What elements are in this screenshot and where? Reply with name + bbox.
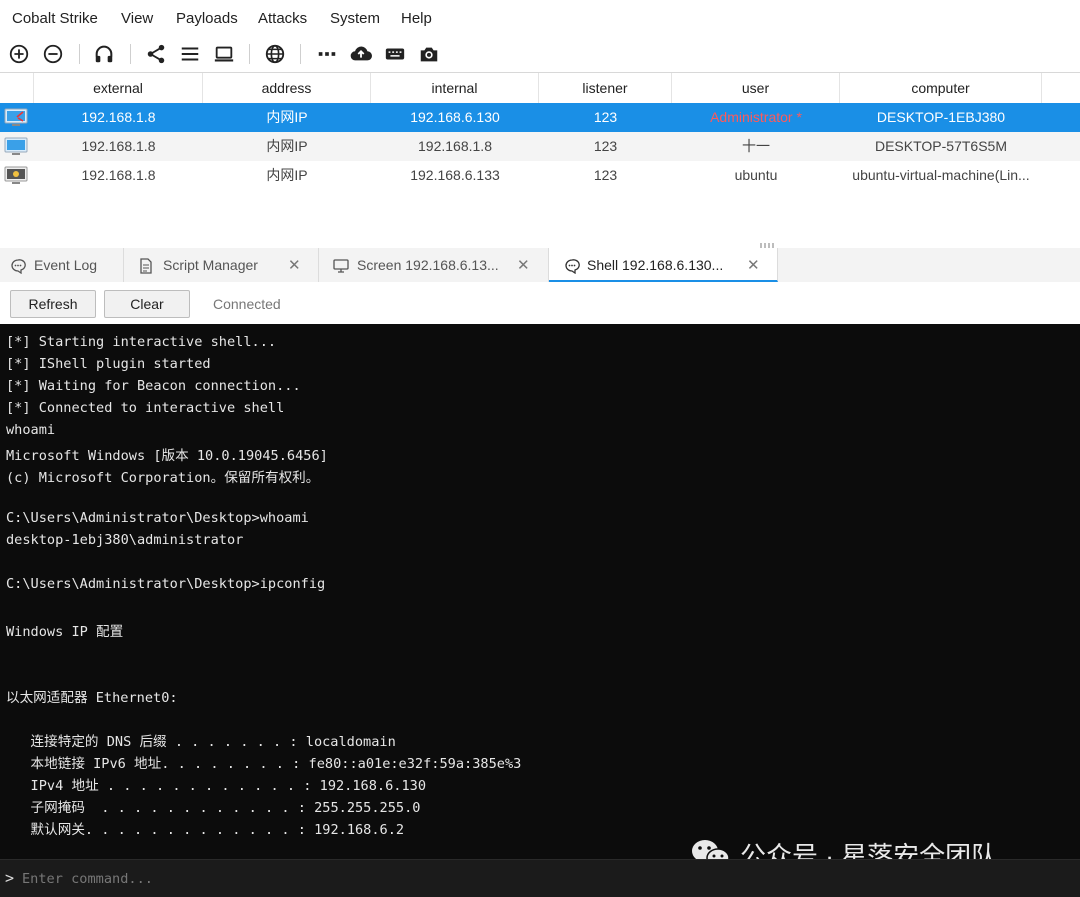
cell-external: 192.168.1.8 (81, 138, 156, 154)
connection-status: Connected (213, 296, 281, 312)
tab-shell[interactable]: Shell 192.168.6.130... ✕ (549, 248, 778, 282)
document-icon (140, 258, 152, 274)
cell-address: 内网IP (266, 109, 308, 125)
prompt-symbol: > (5, 869, 15, 887)
beacon-table: external address internal listener user … (0, 73, 1080, 241)
cloud-upload-icon[interactable] (349, 42, 373, 66)
tab-screen[interactable]: Screen 192.168.6.13... ✕ (319, 248, 549, 282)
table-header: external address internal listener user … (0, 73, 1080, 104)
monitor-icon (333, 259, 349, 273)
terminal-line: C:\Users\Administrator\Desktop>whoami (6, 510, 309, 526)
linux-beacon-icon (4, 166, 28, 184)
menu-attacks[interactable]: Attacks (258, 10, 307, 27)
headphones-icon[interactable] (92, 42, 116, 66)
windows-beacon-icon (4, 137, 28, 155)
terminal-line: 默认网关. . . . . . . . . . . . . : 192.168.… (6, 821, 405, 838)
cell-listener: 123 (593, 167, 618, 183)
toolbar-divider (79, 44, 80, 64)
close-icon[interactable]: ✕ (517, 256, 530, 274)
menu-bar: Cobalt Strike View Payloads Attacks Syst… (0, 0, 1080, 36)
table-row[interactable]: 192.168.1.8 内网IP 192.168.6.133 123 ubunt… (0, 161, 1080, 190)
cell-external: 192.168.1.8 (81, 109, 156, 125)
column-header-external[interactable]: external (34, 73, 203, 103)
shell-output[interactable]: [*] Starting interactive shell... [*] ISh… (0, 324, 1080, 859)
menu-help[interactable]: Help (401, 10, 432, 27)
toolbar-divider (300, 44, 301, 64)
close-icon[interactable]: ✕ (288, 256, 301, 274)
laptop-icon[interactable] (212, 42, 236, 66)
menu-payloads[interactable]: Payloads (176, 10, 238, 27)
terminal-line: Microsoft Windows [版本 10.0.19045.6456] (6, 448, 328, 464)
terminal-line: whoami (6, 422, 56, 438)
cell-computer: DESKTOP-57T6S5M (874, 138, 1007, 154)
terminal-line: Windows IP 配置 (6, 624, 124, 640)
column-header-address[interactable]: address (203, 73, 371, 103)
refresh-button[interactable]: Refresh (10, 290, 96, 318)
toolbar (0, 36, 1080, 73)
terminal-line: [*] IShell plugin started (6, 356, 211, 372)
table-row[interactable]: 192.168.1.8 内网IP 192.168.1.8 123 十一 DESK… (0, 132, 1080, 161)
terminal-line: [*] Starting interactive shell... (6, 334, 277, 350)
table-row[interactable]: 192.168.1.8 内网IP 192.168.6.130 123 Admin… (0, 103, 1080, 132)
tab-bar: Event Log Script Manager ✕ Screen 192.16… (0, 248, 1080, 283)
terminal-line: (c) Microsoft Corporation。保留所有权利。 (6, 470, 320, 486)
close-icon[interactable]: ✕ (747, 256, 760, 274)
column-header-internal[interactable]: internal (371, 73, 539, 103)
menu-cobalt-strike[interactable]: Cobalt Strike (12, 10, 98, 27)
chat-icon (11, 259, 26, 274)
tab-label: Shell 192.168.6.130... (587, 257, 724, 273)
cell-listener: 123 (593, 138, 618, 154)
terminal-line: 连接特定的 DNS 后缀 . . . . . . . : localdomain (6, 733, 396, 750)
dots-icon[interactable] (315, 42, 339, 66)
column-header-icon (0, 73, 34, 103)
menu-view[interactable]: View (121, 10, 153, 27)
globe-icon[interactable] (263, 42, 287, 66)
cell-user: 十一 (742, 138, 770, 154)
terminal-line: desktop-1ebj380\administrator (6, 532, 244, 548)
cell-internal: 192.168.6.133 (410, 167, 500, 183)
tab-label: Script Manager (163, 257, 258, 273)
tab-label: Screen 192.168.6.13... (357, 257, 499, 273)
share-icon[interactable] (144, 42, 168, 66)
menu-system[interactable]: System (330, 10, 380, 27)
terminal-line: [*] Waiting for Beacon connection... (6, 378, 301, 394)
cell-internal: 192.168.6.130 (410, 109, 500, 125)
terminal-line: 以太网适配器 Ethernet0: (6, 690, 178, 706)
add-circle-icon[interactable] (7, 42, 31, 66)
toolbar-divider (130, 44, 131, 64)
toolbar-divider (249, 44, 250, 64)
command-bar: > (0, 859, 1080, 897)
clear-button[interactable]: Clear (104, 290, 190, 318)
column-header-user[interactable]: user (672, 73, 840, 103)
tab-script-manager[interactable]: Script Manager ✕ (124, 248, 319, 282)
cell-address: 内网IP (266, 167, 308, 183)
console-toolbar: Refresh Clear Connected (0, 282, 1080, 324)
command-input[interactable] (20, 866, 1064, 892)
keyboard-icon[interactable] (383, 42, 407, 66)
tab-event-log[interactable]: Event Log (0, 248, 124, 282)
cell-address: 内网IP (266, 138, 308, 154)
cell-external: 192.168.1.8 (81, 167, 156, 183)
camera-icon[interactable] (417, 42, 441, 66)
chat-icon (565, 259, 580, 274)
terminal-line: 子网掩码 . . . . . . . . . . . . : 255.255.2… (6, 799, 421, 816)
column-header-listener[interactable]: listener (539, 73, 672, 103)
column-header-computer[interactable]: computer (840, 73, 1042, 103)
terminal-line: IPv4 地址 . . . . . . . . . . . . : 192.16… (6, 777, 427, 794)
cell-internal: 192.168.1.8 (418, 138, 492, 154)
terminal-line: C:\Users\Administrator\Desktop>ipconfig (6, 576, 326, 592)
tab-label: Event Log (34, 257, 98, 273)
cell-user: ubuntu (734, 167, 778, 183)
cell-computer: ubuntu-virtual-machine(Lin... (852, 167, 1030, 183)
windows-beacon-icon (4, 108, 28, 126)
remove-circle-icon[interactable] (41, 42, 65, 66)
cell-computer: DESKTOP-1EBJ380 (876, 109, 1006, 125)
terminal-line: 本地链接 IPv6 地址. . . . . . . . : fe80::a01e… (6, 755, 522, 772)
cell-listener: 123 (593, 109, 618, 125)
cell-user: Administrator * (710, 109, 802, 125)
list-icon[interactable] (178, 42, 202, 66)
terminal-line: [*] Connected to interactive shell (6, 400, 285, 416)
